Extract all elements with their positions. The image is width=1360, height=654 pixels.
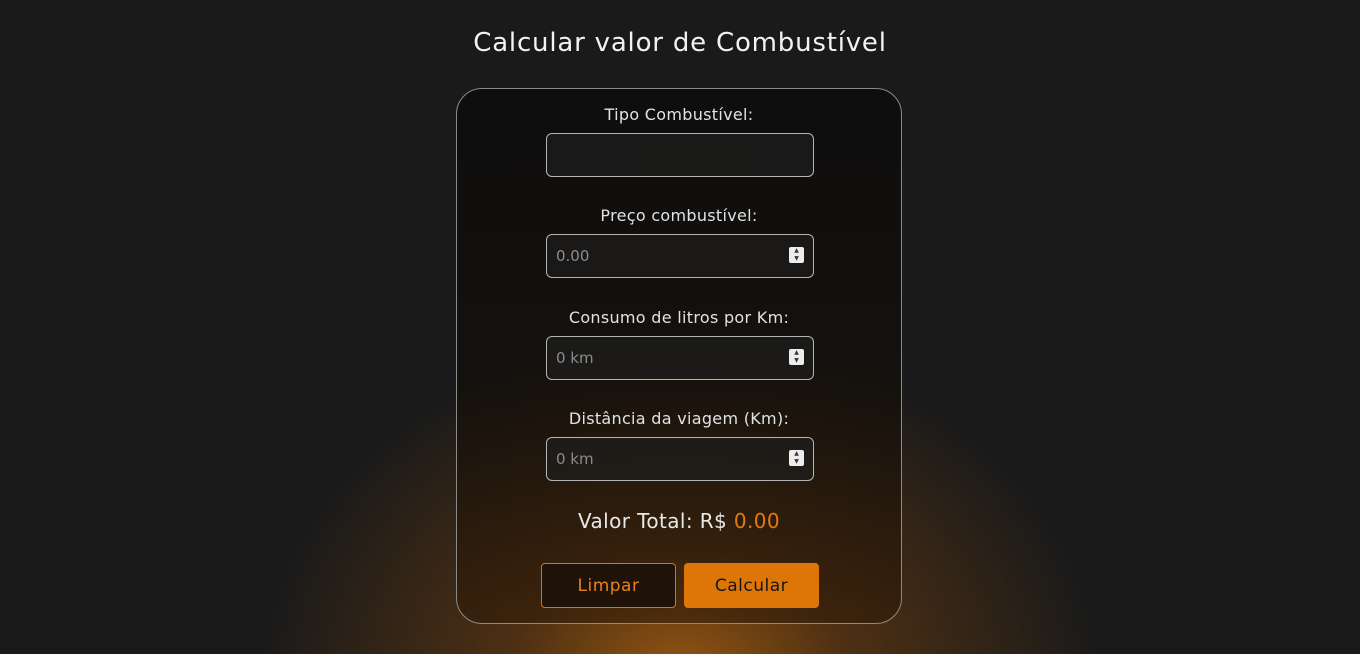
distance-input[interactable]: [547, 438, 783, 480]
distance-field-box: ▲ ▼: [546, 437, 814, 481]
chevron-down-icon[interactable]: ▼: [789, 255, 804, 263]
consumption-field-box: ▲ ▼: [546, 336, 814, 380]
fuel-calculator-card: Tipo Combustível: Preço combustível: ▲ ▼…: [456, 88, 902, 624]
total-label: Valor Total: R$: [577, 509, 728, 533]
consumption-input[interactable]: [547, 337, 783, 379]
total-value: 0.00: [733, 509, 781, 533]
chevron-down-icon[interactable]: ▼: [789, 357, 804, 365]
fuel-price-field-box: ▲ ▼: [546, 234, 814, 278]
fuel-price-stepper[interactable]: ▲ ▼: [789, 247, 804, 263]
fuel-price-input[interactable]: [547, 235, 783, 277]
page-title: Calcular valor de Combustível: [473, 28, 887, 58]
distance-label: Distância da viagem (Km):: [568, 409, 790, 428]
total-line: Valor Total: R$ 0.00: [457, 509, 901, 533]
consumption-label: Consumo de litros por Km:: [568, 308, 790, 327]
distance-stepper[interactable]: ▲ ▼: [789, 450, 804, 466]
fuel-type-input[interactable]: [547, 134, 783, 176]
chevron-up-icon[interactable]: ▲: [789, 450, 804, 458]
chevron-down-icon[interactable]: ▼: [789, 458, 804, 466]
calculate-button[interactable]: Calcular: [684, 563, 819, 608]
chevron-up-icon[interactable]: ▲: [789, 349, 804, 357]
fuel-type-label: Tipo Combustível:: [604, 105, 754, 124]
consumption-stepper[interactable]: ▲ ▼: [789, 349, 804, 365]
chevron-up-icon[interactable]: ▲: [789, 247, 804, 255]
fuel-price-label: Preço combustível:: [600, 206, 758, 225]
fuel-type-field-box: [546, 133, 814, 177]
clear-button[interactable]: Limpar: [541, 563, 676, 608]
